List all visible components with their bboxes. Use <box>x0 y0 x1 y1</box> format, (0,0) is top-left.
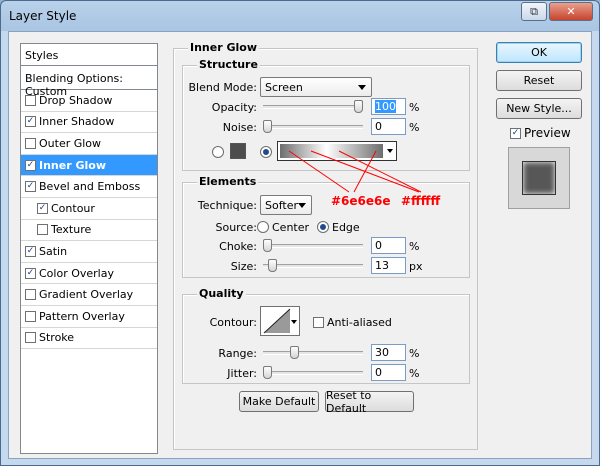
reset-button[interactable]: Reset <box>496 70 582 91</box>
restore-button[interactable]: ⧉ <box>521 2 547 21</box>
annotation-arrows <box>288 150 422 193</box>
preview-box-area <box>508 147 570 209</box>
layer-style-window: Layer Style ⧉ ✕ Styles Blending Options:… <box>0 0 600 466</box>
preview-checkbox[interactable]: ✓ Preview <box>510 126 571 140</box>
window-title: Layer Style <box>9 9 77 23</box>
preview-label: Preview <box>524 126 571 140</box>
restore-icon: ⧉ <box>530 4 538 18</box>
title-bar: Layer Style ⧉ ✕ <box>1 1 599 31</box>
close-button[interactable]: ✕ <box>549 2 593 21</box>
preview-box[interactable]: ✓ <box>510 127 521 139</box>
new-style-button[interactable]: New Style... <box>496 98 582 119</box>
preview-swatch <box>522 161 556 195</box>
dialog-client-area: Styles Blending Options: Custom Drop Sha… <box>8 31 592 459</box>
ok-button[interactable]: OK <box>496 42 582 63</box>
annotation-color-6e6e6e: #6e6e6e <box>331 194 391 208</box>
close-icon: ✕ <box>566 5 576 18</box>
ok-label: OK <box>531 46 547 59</box>
reset-label: Reset <box>523 74 555 87</box>
annotation-color-ffffff: #ffffff <box>401 194 441 208</box>
new-style-label: New Style... <box>506 102 572 115</box>
